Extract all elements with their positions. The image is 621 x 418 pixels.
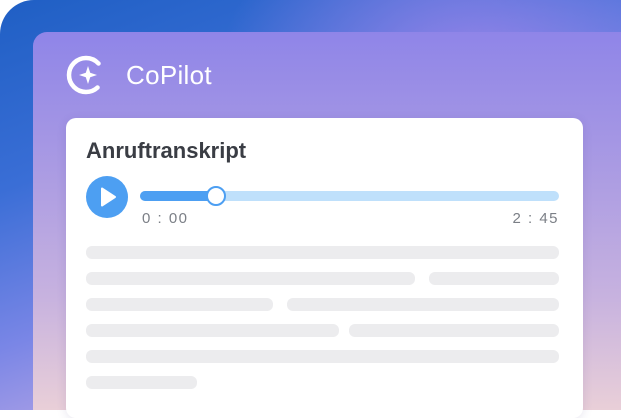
transcript-card: Anruftranskript 0 : 00 2 : 45 [66, 118, 583, 418]
app-name: CoPilot [126, 59, 212, 90]
transcript-placeholder-line [86, 350, 559, 363]
transcript-placeholder-line [349, 324, 559, 337]
progress-track[interactable] [140, 186, 559, 206]
app-header: CoPilot [66, 54, 212, 96]
transcript-placeholder-line [287, 298, 559, 311]
progress-thumb[interactable] [206, 186, 227, 206]
transcript-placeholder-line [86, 272, 415, 285]
transcript-placeholder-line [429, 272, 559, 285]
copilot-logo-icon [66, 55, 106, 95]
transcript-placeholder-line [86, 298, 273, 311]
transcript-placeholder-line [86, 376, 197, 389]
transcript-placeholder-line [86, 246, 559, 259]
total-time: 2 : 45 [512, 210, 559, 227]
current-time: 0 : 00 [142, 210, 189, 227]
transcript-placeholder-line [86, 324, 339, 337]
progress-fill [140, 191, 216, 201]
card-title: Anruftranskript [86, 138, 247, 163]
play-button[interactable] [86, 176, 128, 218]
play-icon [101, 187, 116, 207]
